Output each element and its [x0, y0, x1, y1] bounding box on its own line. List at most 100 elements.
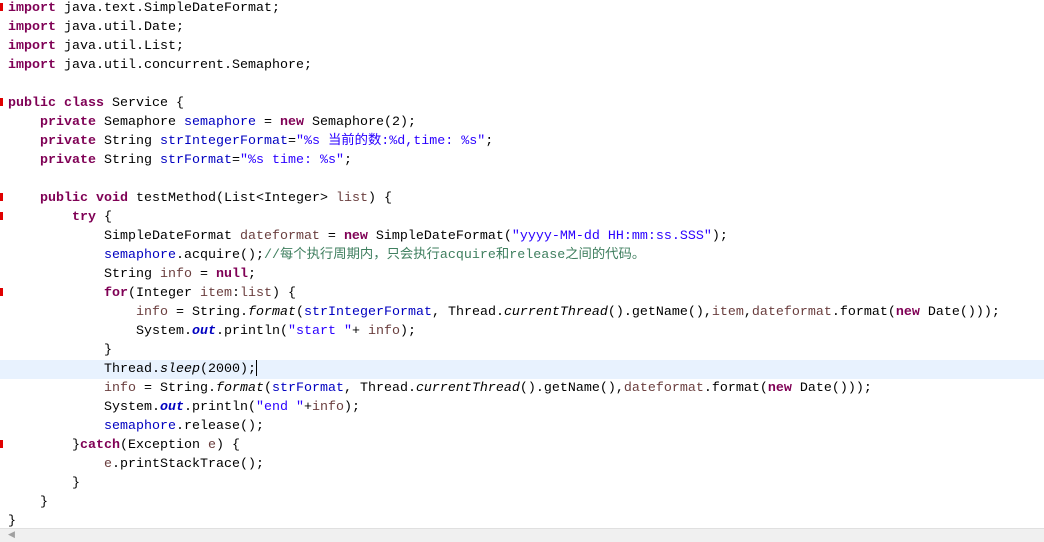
- code-text: ) {: [367, 191, 392, 206]
- code-line[interactable]: System.out.println("start "+ info);: [0, 322, 1044, 341]
- code-text: (: [295, 305, 304, 320]
- field: strIntegerFormat: [160, 134, 288, 149]
- code-line[interactable]: e.printStackTrace();: [0, 455, 1044, 474]
- code-text: .format(: [831, 305, 896, 320]
- local-variable: dateformat: [751, 305, 832, 320]
- chevron-left-icon[interactable]: ◀: [8, 529, 15, 542]
- code-line[interactable]: private String strIntegerFormat="%s 当前的数…: [0, 132, 1044, 151]
- static-method: currentThread: [415, 381, 520, 396]
- keyword: public: [40, 191, 88, 206]
- code-line-text: System.out.println("start "+ info);: [8, 322, 416, 341]
- keyword: for: [103, 286, 128, 301]
- local-variable: e: [207, 438, 216, 453]
- code-line[interactable]: [0, 170, 1044, 189]
- code-text: );: [343, 400, 360, 415]
- code-line-text: import java.util.List;: [8, 37, 184, 56]
- code-text: .release();: [175, 419, 264, 434]
- string-literal: "end ": [255, 400, 304, 415]
- code-line[interactable]: Thread.sleep(2000);: [0, 360, 1044, 379]
- code-text: .format(: [703, 381, 768, 396]
- keyword: null: [215, 267, 248, 282]
- static-method: currentThread: [503, 305, 608, 320]
- code-line[interactable]: }: [0, 474, 1044, 493]
- code-line[interactable]: }: [0, 493, 1044, 512]
- local-variable: dateformat: [239, 229, 320, 244]
- code-line[interactable]: SimpleDateFormat dateformat = new Simple…: [0, 227, 1044, 246]
- code-line-text: String info = null;: [8, 265, 256, 284]
- code-text: java.util.Date;: [56, 20, 184, 35]
- string-literal: "%s 当前的数:%d,time: %s": [295, 134, 486, 149]
- code-line[interactable]: info = String.format(strFormat, Thread.c…: [0, 379, 1044, 398]
- code-line[interactable]: try {: [0, 208, 1044, 227]
- string-literal: "start ": [287, 324, 352, 339]
- change-marker-icon: [0, 3, 3, 11]
- keyword: new: [279, 115, 304, 130]
- keyword: import: [8, 58, 56, 73]
- code-text: ) {: [271, 286, 296, 301]
- code-line[interactable]: public class Service {: [0, 94, 1044, 113]
- code-line[interactable]: import java.util.List;: [0, 37, 1044, 56]
- code-line[interactable]: import java.util.Date;: [0, 18, 1044, 37]
- code-text: SimpleDateFormat: [8, 229, 240, 244]
- local-variable: e: [103, 457, 112, 472]
- code-text: (Integer: [127, 286, 200, 301]
- code-line[interactable]: String info = null;: [0, 265, 1044, 284]
- code-line-text: private String strFormat="%s time: %s";: [8, 151, 352, 170]
- code-text: ,: [743, 305, 752, 320]
- static-method: sleep: [159, 362, 200, 377]
- code-line-text: private String strIntegerFormat="%s 当前的数…: [8, 132, 493, 151]
- static-field: out: [159, 400, 184, 415]
- code-line[interactable]: [0, 75, 1044, 94]
- local-variable: dateformat: [623, 381, 704, 396]
- code-line-text: }: [8, 341, 112, 360]
- code-text: System.: [8, 324, 192, 339]
- code-text: (2000);: [199, 362, 256, 377]
- code-line-text: info = String.format(strIntegerFormat, T…: [8, 303, 1000, 322]
- horizontal-scrollbar[interactable]: ◀: [0, 528, 1044, 542]
- keyword: class: [64, 96, 104, 111]
- local-variable: info: [135, 305, 168, 320]
- code-line-text: semaphore.release();: [8, 417, 264, 436]
- keyword: import: [8, 1, 56, 16]
- code-line[interactable]: info = String.format(strIntegerFormat, T…: [0, 303, 1044, 322]
- code-line[interactable]: }: [0, 341, 1044, 360]
- code-text: =: [231, 153, 240, 168]
- code-line-text: public void testMethod(List<Integer> lis…: [8, 189, 392, 208]
- code-text: Date()));: [791, 381, 872, 396]
- code-line[interactable]: private Semaphore semaphore = new Semaph…: [0, 113, 1044, 132]
- code-line[interactable]: public void testMethod(List<Integer> lis…: [0, 189, 1044, 208]
- code-line[interactable]: import java.util.concurrent.Semaphore;: [0, 56, 1044, 75]
- code-line[interactable]: import java.text.SimpleDateFormat;: [0, 0, 1044, 18]
- local-variable: list: [239, 286, 272, 301]
- code-line[interactable]: }catch(Exception e) {: [0, 436, 1044, 455]
- local-variable: info: [311, 400, 344, 415]
- code-text: = String.: [167, 305, 248, 320]
- code-line-text: private Semaphore semaphore = new Semaph…: [8, 113, 416, 132]
- code-text: }: [8, 343, 112, 358]
- code-line[interactable]: private String strFormat="%s time: %s";: [0, 151, 1044, 170]
- text-cursor: [255, 360, 257, 377]
- code-text: String: [96, 153, 160, 168]
- code-line[interactable]: semaphore.release();: [0, 417, 1044, 436]
- local-variable: item: [199, 286, 232, 301]
- change-marker-icon: [0, 193, 3, 201]
- code-line[interactable]: semaphore.acquire();//每个执行周期内，只会执行acquir…: [0, 246, 1044, 265]
- code-editor[interactable]: import java.text.SimpleDateFormat; import…: [0, 0, 1044, 529]
- code-text: , Thread.: [431, 305, 504, 320]
- code-text: Thread.: [8, 362, 160, 377]
- code-text: }: [8, 495, 48, 510]
- code-text: .printStackTrace();: [111, 457, 264, 472]
- field: strFormat: [160, 153, 232, 168]
- keyword: catch: [79, 438, 120, 453]
- code-line-text: for(Integer item:list) {: [8, 284, 296, 303]
- code-line[interactable]: System.out.println("end "+info);: [0, 398, 1044, 417]
- code-line-text: e.printStackTrace();: [8, 455, 264, 474]
- change-marker-icon: [0, 98, 3, 106]
- string-literal: "yyyy-MM-dd HH:mm:ss.SSS": [511, 229, 712, 244]
- code-text: }: [8, 438, 80, 453]
- code-line[interactable]: for(Integer item:list) {: [0, 284, 1044, 303]
